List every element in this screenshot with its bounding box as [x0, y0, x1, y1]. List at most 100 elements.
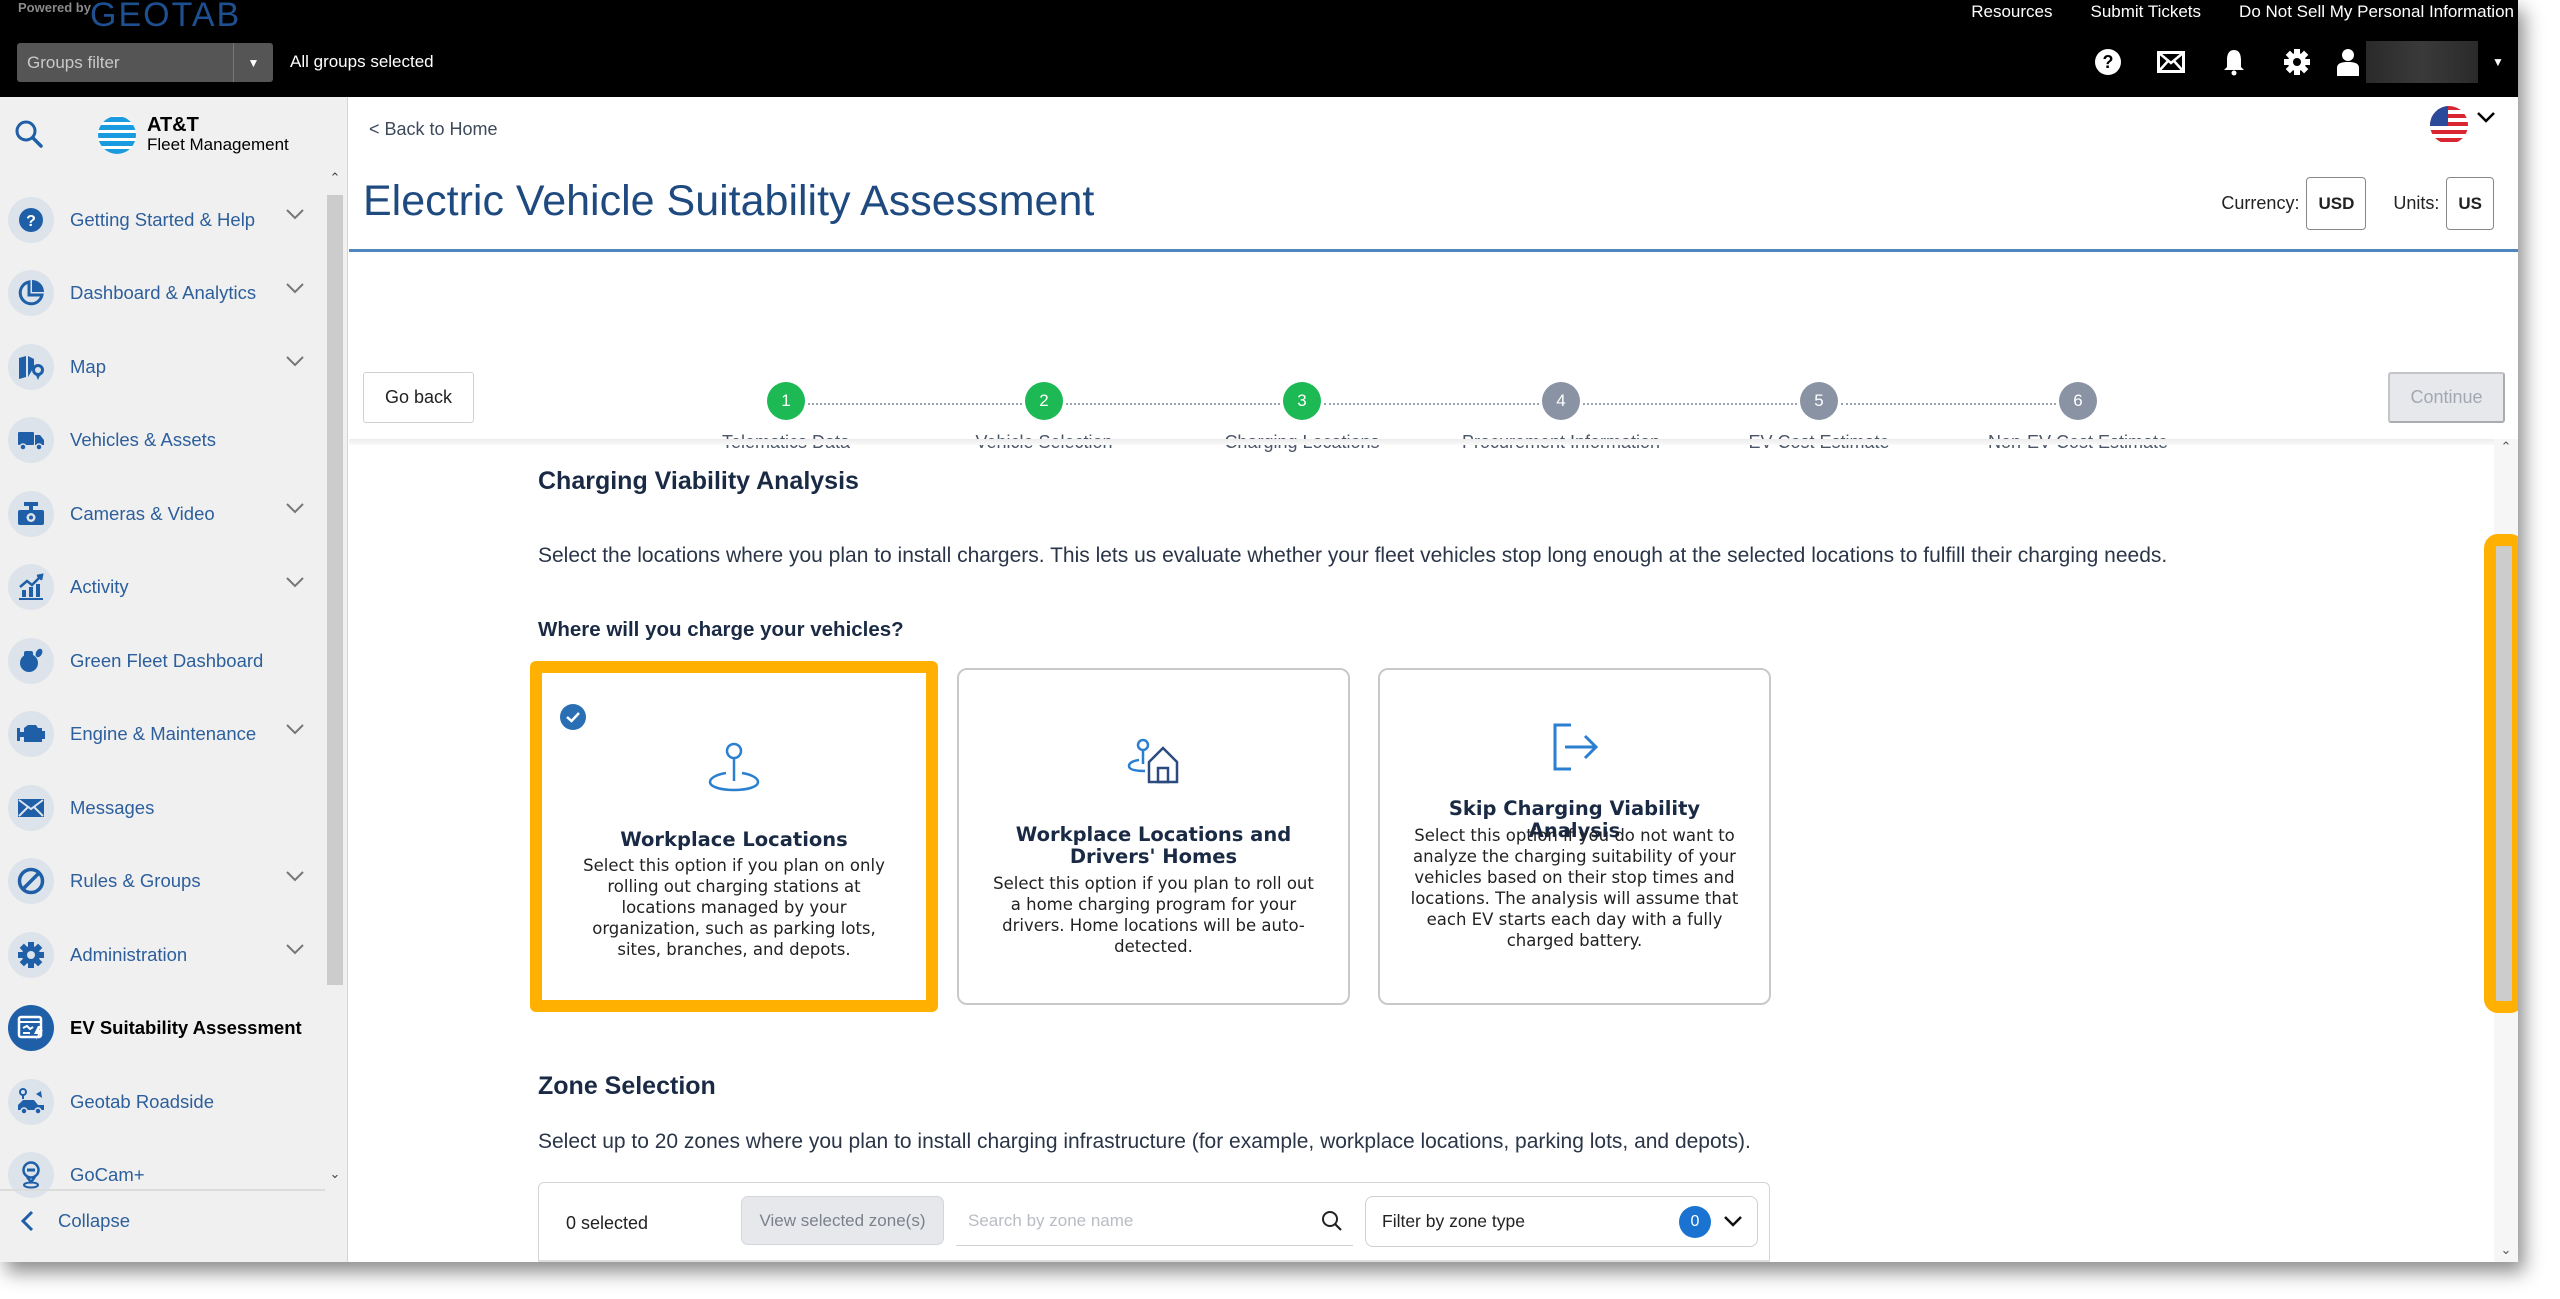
chevron-down-icon[interactable]: [286, 870, 304, 882]
option-skip-analysis[interactable]: Skip Charging Viability Analysis Select …: [1378, 668, 1771, 1005]
zone-table-divider: [538, 1260, 1770, 1262]
rules-icon: [8, 858, 54, 905]
sidebar-item-label: EV Suitability Assessment: [70, 1017, 302, 1039]
sidebar-scrollbar[interactable]: ⌃ ⌄: [325, 170, 345, 1182]
sidebar-item-label: Cameras & Video: [70, 502, 215, 524]
main-scroll-thumb[interactable]: [2484, 534, 2518, 1013]
chevron-down-icon[interactable]: [286, 209, 304, 220]
gear-icon[interactable]: [2265, 48, 2328, 76]
chevron-down-icon[interactable]: [286, 576, 304, 588]
chevron-down-icon[interactable]: [286, 944, 304, 955]
mail-icon[interactable]: [2139, 51, 2202, 73]
map-icon: [8, 343, 54, 390]
user-icon[interactable]: [2328, 48, 2368, 76]
pie-chart-icon: [8, 270, 54, 317]
att-logo[interactable]: AT&T Fleet Management: [97, 115, 289, 155]
sidebar-item-label: Messages: [70, 796, 155, 818]
go-back-button[interactable]: Go back: [363, 372, 474, 423]
sidebar-item-roadside[interactable]: Geotab Roadside: [8, 1065, 318, 1139]
sidebar-item-getting-started[interactable]: ? Getting Started & Help: [8, 183, 318, 257]
green-fleet-icon: [8, 637, 54, 684]
chevron-down-icon: [1724, 1216, 1742, 1227]
sidebar-item-vehicles[interactable]: Vehicles & Assets: [8, 404, 318, 478]
option-description: Select this option if you do not want to…: [1410, 826, 1739, 950]
svg-text:?: ?: [2102, 52, 2113, 72]
sidebar-nav: ? Getting Started & Help Dashboard & Ana…: [8, 183, 318, 1212]
sidebar-item-dashboard[interactable]: Dashboard & Analytics: [8, 257, 318, 331]
activity-chart-icon: [8, 564, 54, 611]
option-workplace-and-homes[interactable]: Workplace Locations and Drivers' Homes S…: [957, 668, 1350, 1005]
view-selected-zones-button[interactable]: View selected zone(s): [741, 1196, 944, 1245]
chevron-down-icon[interactable]: [286, 723, 304, 735]
step-number: 5: [1800, 382, 1838, 420]
currency-units: Currency: USD Units: US: [2221, 177, 2494, 230]
sidebar-item-engine[interactable]: Engine & Maintenance: [8, 698, 318, 772]
scroll-down-icon[interactable]: ⌄: [2494, 1242, 2518, 1258]
roadside-icon: [8, 1078, 54, 1125]
main-content: < Back to Home Electric Vehicle Suitabil…: [349, 97, 2518, 1262]
zone-type-filter-dropdown[interactable]: Filter by zone type 0: [1365, 1196, 1758, 1247]
main-scrollbar[interactable]: ⌃ ⌄: [2484, 439, 2518, 1262]
chevron-down-icon[interactable]: [2476, 111, 2496, 124]
logo-line2: Fleet Management: [147, 135, 289, 154]
continue-button[interactable]: Continue: [2388, 372, 2505, 423]
page-title: Electric Vehicle Suitability Assessment: [363, 177, 1095, 225]
resources-link[interactable]: Resources: [1971, 2, 2052, 22]
zone-selection-heading: Zone Selection: [538, 1072, 716, 1100]
caret-down-icon[interactable]: ▼: [2478, 55, 2518, 69]
scroll-up-icon[interactable]: ⌃: [325, 170, 345, 186]
option-workplace-locations[interactable]: Workplace Locations Select this option i…: [530, 661, 938, 1012]
units-label: Units:: [2393, 193, 2440, 213]
user-name-redacted[interactable]: [2366, 41, 2478, 83]
chevron-down-icon[interactable]: [286, 356, 304, 367]
submit-tickets-link[interactable]: Submit Tickets: [2091, 2, 2202, 22]
filter-count-badge: 0: [1679, 1205, 1711, 1238]
zone-selection-description: Select up to 20 zones where you plan to …: [538, 1130, 1751, 1153]
option-title: Workplace Locations and Drivers' Homes: [1015, 823, 1292, 868]
svg-text:?: ?: [26, 213, 36, 230]
us-flag-icon[interactable]: [2430, 106, 2468, 144]
sidebar-item-label: Administration: [70, 943, 188, 965]
location-pin-icon: [542, 741, 926, 797]
chevron-down-icon[interactable]: [286, 282, 304, 294]
scroll-up-icon[interactable]: ⌃: [2494, 439, 2518, 455]
sidebar-item-label: Activity: [70, 576, 129, 598]
charging-viability-heading: Charging Viability Analysis: [538, 467, 859, 495]
sidebar-item-green-fleet[interactable]: Green Fleet Dashboard: [8, 624, 318, 698]
sidebar-item-label: Rules & Groups: [70, 870, 201, 892]
currency-label: Currency:: [2221, 193, 2300, 213]
engine-icon: [8, 711, 54, 758]
gocam-icon: [8, 1152, 54, 1199]
step-number: 1: [767, 382, 805, 420]
do-not-sell-link[interactable]: Do Not Sell My Personal Information: [2239, 2, 2514, 22]
sidebar-item-label: GoCam+: [70, 1164, 145, 1186]
scroll-down-icon[interactable]: ⌄: [325, 1166, 345, 1182]
sidebar-item-administration[interactable]: Administration: [8, 918, 318, 992]
top-links: Resources Submit Tickets Do Not Sell My …: [1971, 2, 2514, 22]
zone-search-input[interactable]: [956, 1210, 1321, 1231]
bell-icon[interactable]: [2202, 48, 2265, 76]
sidebar-item-ev-suitability[interactable]: EV Suitability Assessment: [8, 992, 318, 1066]
charging-viability-description: Select the locations where you plan to i…: [538, 544, 2168, 567]
collapse-button[interactable]: Collapse: [20, 1210, 130, 1232]
back-to-home-link[interactable]: < Back to Home: [369, 119, 498, 140]
help-icon[interactable]: ?: [2076, 48, 2139, 76]
step-number: 3: [1283, 382, 1321, 420]
sidebar-scroll-thumb[interactable]: [327, 195, 343, 985]
groups-filter[interactable]: Groups filter ▼: [17, 43, 273, 82]
chevron-down-icon[interactable]: [286, 503, 304, 514]
search-icon[interactable]: [14, 119, 44, 154]
sidebar-item-messages[interactable]: Messages: [8, 771, 318, 845]
sidebar-item-cameras[interactable]: Cameras & Video: [8, 477, 318, 551]
groups-filter-dropdown-button[interactable]: ▼: [233, 43, 273, 82]
sidebar-item-activity[interactable]: Activity: [8, 551, 318, 625]
geotab-logo[interactable]: GEOTAB: [90, 0, 241, 35]
sidebar-item-rules[interactable]: Rules & Groups: [8, 845, 318, 919]
sidebar-item-gocam[interactable]: GoCam+: [8, 1139, 318, 1213]
currency-button[interactable]: USD: [2306, 177, 2367, 230]
groups-filter-input[interactable]: Groups filter: [17, 53, 233, 73]
search-icon[interactable]: [1321, 1210, 1343, 1232]
sidebar-item-label: Geotab Roadside: [70, 1090, 214, 1112]
units-button[interactable]: US: [2446, 177, 2494, 230]
sidebar-item-map[interactable]: Map: [8, 330, 318, 404]
